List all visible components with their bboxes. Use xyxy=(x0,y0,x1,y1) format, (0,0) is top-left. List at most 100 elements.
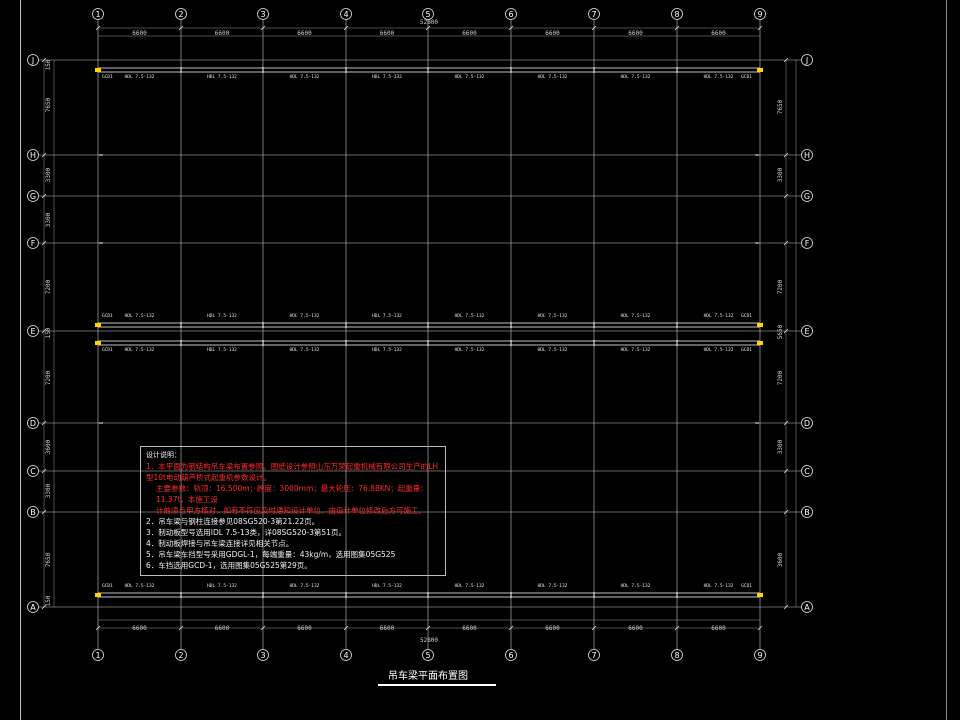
column-axis-top-label: 6 xyxy=(508,10,513,19)
beam-label: HDL 7.5-132 xyxy=(704,583,734,589)
beam-label: HDL 7.5-132 xyxy=(704,347,734,353)
column-axis-top-label: 3 xyxy=(260,10,265,19)
column-axis-top-label: 8 xyxy=(674,10,679,19)
column-axis-bottom-label: 8 xyxy=(674,651,679,660)
beam-label: HDL 7.5-132 xyxy=(290,583,320,589)
span-dimension: 6600 xyxy=(380,625,395,632)
beam-end-stop xyxy=(757,323,763,327)
beam-label: HDL 7.5-132 xyxy=(125,347,155,353)
beam-label: HDL 7.5-132 xyxy=(538,583,568,589)
row-axis-left-label: H xyxy=(30,151,36,160)
span-dimension: 6600 xyxy=(711,30,726,37)
span-dimension: 6600 xyxy=(132,625,147,632)
column-axis-top-label: 1 xyxy=(95,10,100,19)
beam-label: HDL 7.5-132 xyxy=(538,313,568,319)
beam-label: HDL 7.5-132 xyxy=(704,313,734,319)
vertical-dimension: 7200 xyxy=(777,279,784,294)
row-axis-left-label: C xyxy=(30,467,36,476)
beam-label: HDL 7.5-132 xyxy=(455,347,485,353)
beam-label: HDL 7.5-132 xyxy=(290,313,320,319)
vertical-dimension: 3300 xyxy=(45,167,52,182)
beam-end-label: GCD1 xyxy=(741,313,752,319)
column-axis-top-label: 5 xyxy=(425,10,430,19)
span-dimension: 6600 xyxy=(380,30,395,37)
beam-label: HDL 7.5-132 xyxy=(455,74,485,80)
row-axis-right-label: B xyxy=(804,508,810,517)
beam-label: HDL 7.5-132 xyxy=(538,74,568,80)
column-axis-bottom-label: 7 xyxy=(591,651,596,660)
row-axis-left-label: G xyxy=(30,192,36,201)
column-axis-bottom-label: 4 xyxy=(343,651,348,660)
note-line-6: 6．车挡选用GCD-1，选用图集05G525第29页。 xyxy=(146,561,312,570)
beam-label: HDL 7.5-132 xyxy=(621,347,651,353)
row-axis-right-label: J xyxy=(805,56,808,65)
vertical-dimension: 150 xyxy=(45,595,52,606)
column-axis-bottom-label: 1 xyxy=(95,651,100,660)
beam-label: HDL 7.5-132 xyxy=(372,313,402,319)
span-dimension: 6600 xyxy=(215,625,230,632)
span-dimension: 6600 xyxy=(297,30,312,37)
vertical-dimension: 7650 xyxy=(777,99,784,114)
note-line-3: 3．制动板型号选用IDL 7.5-13类，详08SG520-3第51页。 xyxy=(146,528,346,537)
column-axis-top-label: 9 xyxy=(757,10,762,19)
column-axis-bottom-label: 9 xyxy=(757,651,762,660)
vertical-dimension: 7650 xyxy=(45,552,52,567)
beam-end-label: GCD1 xyxy=(102,583,113,589)
span-dimension: 6600 xyxy=(545,625,560,632)
row-axis-left-label: D xyxy=(30,419,36,428)
beam-end-stop xyxy=(757,593,763,597)
row-axis-right-label: G xyxy=(804,192,810,201)
column-axis-bottom-label: 3 xyxy=(260,651,265,660)
note-line-5: 5．吊车梁车挡型号采用GDGL-1，每端重量：43kg/m，选用图集05G525 xyxy=(146,550,396,559)
beam-label: HDL 7.5-132 xyxy=(455,583,485,589)
note-line-4: 4．制动板焊接与吊车梁连接详见相关节点。 xyxy=(146,539,294,548)
beam-end-stop xyxy=(95,323,101,327)
beam-label: HDL 7.5-132 xyxy=(455,313,485,319)
beam-label: HDL 7.5-132 xyxy=(372,74,402,80)
note-line-1c: 计前须与甲方核对，如有不符应及时通知设计单位，由设计单位修改后方可施工。 xyxy=(156,506,426,515)
span-dimension: 6600 xyxy=(462,625,477,632)
span-dimension: 6600 xyxy=(711,625,726,632)
beam-label: HDL 7.5-132 xyxy=(538,347,568,353)
vertical-dimension: 3300 xyxy=(777,439,784,454)
beam-end-stop xyxy=(95,593,101,597)
span-dimension: 6600 xyxy=(462,30,477,37)
row-axis-right-label: E xyxy=(804,327,809,336)
row-axis-right-label: H xyxy=(804,151,810,160)
crane-beam-plan: HDL 7.5-132GCD1 HDL 7.5-132 HDL 7.5-132 HDL… xyxy=(27,8,813,661)
notes-title: 设计说明： xyxy=(146,451,181,459)
row-axis-left-label: B xyxy=(30,508,36,517)
beam-label: HDL 7.5-132 xyxy=(290,74,320,80)
beam-label: HDL 7.5-132 xyxy=(125,74,155,80)
beam-label: HDL 7.5-132 xyxy=(207,347,237,353)
vertical-dimension: 3600 xyxy=(777,552,784,567)
vertical-dimension: 150 xyxy=(45,59,52,70)
note-line-1: 1．本平面为钢结构吊车梁布置参照。图纸设计参照山东万荣起重机械有限公司生产的LH… xyxy=(146,462,439,482)
row-axis-left-label: E xyxy=(30,327,35,336)
beam-end-label: GCD1 xyxy=(102,313,113,319)
beam-label: HDL 7.5-132 xyxy=(372,583,402,589)
vertical-dimension: 7200 xyxy=(777,370,784,385)
span-dimension: 6600 xyxy=(297,625,312,632)
design-notes: 设计说明： 1．本平面为钢结构吊车梁布置参照。图纸设计参照山东万荣起重机械有限公… xyxy=(140,446,446,576)
beam-end-stop xyxy=(95,341,101,345)
vertical-dimension: 3300 xyxy=(777,167,784,182)
beam-end-label: GCD1 xyxy=(102,347,113,353)
span-dimension: 6600 xyxy=(545,30,560,37)
beam-label: HDL 7.5-132 xyxy=(125,583,155,589)
row-axis-right-label: C xyxy=(804,467,810,476)
span-dimension: 6600 xyxy=(628,30,643,37)
vertical-dimension: 5650 xyxy=(777,324,784,339)
column-axis-bottom-label: 5 xyxy=(425,651,430,660)
column-axis-top-label: 2 xyxy=(178,10,183,19)
column-axis-top-label: 7 xyxy=(591,10,596,19)
vertical-dimension: 3600 xyxy=(45,439,52,454)
beam-label: HDL 7.5-132 xyxy=(290,347,320,353)
beam-label: HDL 7.5-132 xyxy=(621,74,651,80)
column-axis-bottom-label: 6 xyxy=(508,651,513,660)
row-axis-left-label: F xyxy=(31,239,36,248)
beam-end-stop xyxy=(757,341,763,345)
note-line-1b: 主要参数：轨顶：16.500m；跨度：3000mm；最大轮压：76.88KN；起… xyxy=(156,484,428,504)
vertical-dimension: 7650 xyxy=(45,97,52,112)
drawing-title: 吊车梁平面布置图 xyxy=(388,671,468,682)
